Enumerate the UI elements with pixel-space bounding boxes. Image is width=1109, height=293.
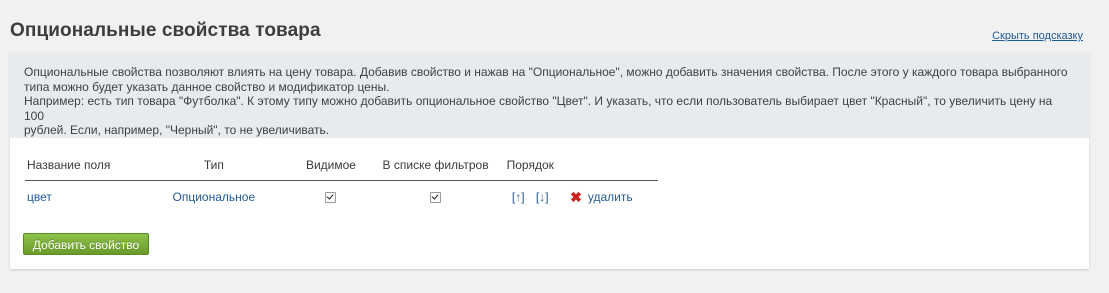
table-header-row: Название поля Тип Видимое В списке фильт… — [25, 149, 658, 181]
delete-action[interactable]: ✖ удалить — [570, 181, 658, 214]
properties-table: Название поля Тип Видимое В списке фильт… — [25, 149, 658, 213]
properties-panel: Опциональные свойства позволяют влиять н… — [10, 53, 1089, 269]
hint-box: Опциональные свойства позволяют влиять н… — [10, 53, 1089, 138]
visible-checkbox[interactable] — [325, 192, 337, 204]
hint-text-line: Например: есть тип товара "Футболка". К … — [24, 94, 1053, 123]
order-controls: [↑] [↓] — [490, 181, 570, 214]
delete-link[interactable]: удалить — [588, 190, 633, 204]
column-header-in-filters: В списке фильтров — [380, 149, 491, 181]
property-name-link[interactable]: цвет — [27, 190, 52, 204]
add-property-button[interactable]: Добавить свойство — [23, 233, 149, 255]
property-type-link[interactable]: Опциональное — [173, 190, 256, 204]
hint-text-line: типа можно будет указать данное свойство… — [24, 79, 390, 94]
column-header-order: Порядок — [490, 149, 571, 181]
in-filters-checkbox[interactable] — [430, 192, 442, 204]
page-title: Опциональные свойства товара — [10, 20, 321, 41]
column-header-name: Название поля — [25, 149, 147, 181]
column-header-actions — [570, 149, 658, 181]
move-up-link[interactable]: [↑] — [512, 190, 525, 204]
hint-text-line: Опциональные свойства позволяют влиять н… — [24, 65, 1068, 79]
column-header-visible: Видимое — [281, 149, 381, 181]
hide-hint-link[interactable]: Скрыть подсказку — [992, 30, 1083, 42]
move-down-link[interactable]: [↓] — [536, 190, 549, 204]
column-header-type: Тип — [146, 149, 282, 181]
hint-text-line: рублей. Если, например, "Черный", то не … — [24, 123, 330, 137]
close-icon[interactable]: ✖ — [570, 189, 582, 205]
table-row: цвет Опциональное [↑] [↓] ✖ удалить — [25, 181, 658, 214]
